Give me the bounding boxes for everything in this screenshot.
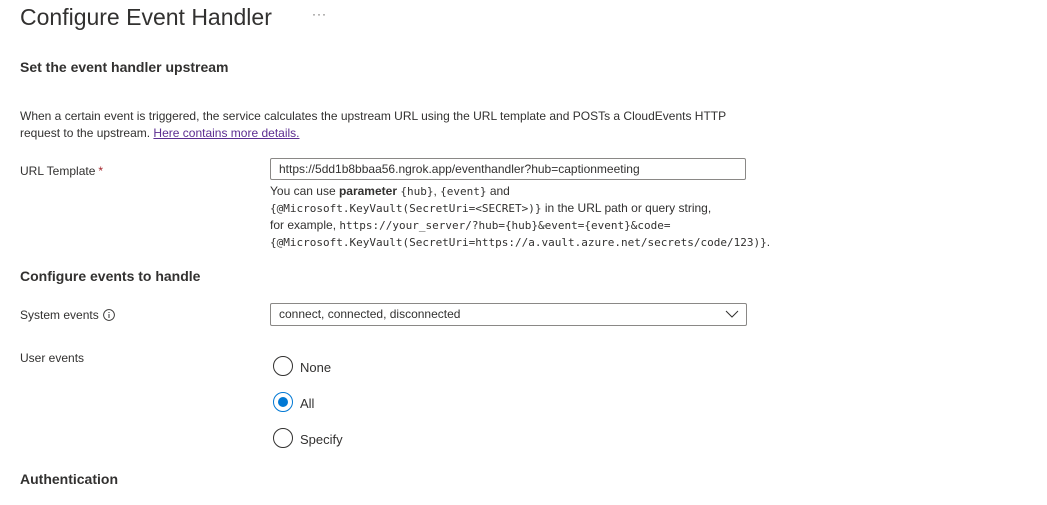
section-heading-events: Configure events to handle [20,268,201,284]
help-code-keyvault: {@Microsoft.KeyVault(SecretUri=<SECRET>)… [270,202,542,215]
system-events-label-text: System events [20,308,99,322]
help-line-1: You can use parameter {hub}, {event} and [270,183,830,200]
radio-button-none[interactable] [273,356,293,376]
help-line-2: {@Microsoft.KeyVault(SecretUri=<SECRET>)… [270,200,830,217]
chevron-down-icon [725,310,739,318]
radio-option-all[interactable]: All [273,391,314,413]
url-template-label: URL Template * [20,163,103,179]
system-events-label: System events [20,307,115,323]
section-heading-upstream: Set the event handler upstream [20,59,229,75]
radio-label-all: All [300,396,315,411]
upstream-description-text: When a certain event is triggered, the s… [20,109,726,140]
help-text: and [486,184,510,198]
page-title: Configure Event Handler [20,4,272,30]
radio-option-none[interactable]: None [273,355,331,377]
more-details-link[interactable]: Here contains more details. [153,126,299,140]
user-events-label: User events [20,351,85,365]
help-code-example: {@Microsoft.KeyVault(SecretUri=https://a… [270,236,767,249]
radio-label-specify: Specify [300,432,343,447]
help-code-hub: {hub} [400,185,434,198]
upstream-description: When a certain event is triggered, the s… [20,108,740,142]
section-heading-authentication: Authentication [20,471,118,487]
radio-option-specify[interactable]: Specify [273,427,343,449]
url-template-label-text: URL Template [20,164,96,178]
url-template-input[interactable] [270,158,746,180]
help-text: . [766,235,771,249]
required-marker: * [98,164,104,178]
info-icon[interactable] [102,309,115,321]
url-template-help: You can use parameter {hub}, {event} and… [270,183,830,251]
system-events-selected-value: connect, connected, disconnected [279,307,461,321]
help-text: for example, [270,218,340,232]
radio-button-all[interactable] [273,392,293,412]
more-options-button[interactable]: ··· [312,8,328,24]
help-code-example: https://your_server/?hub={hub}&event={ev… [339,219,671,232]
radio-label-none: None [300,360,332,375]
radio-button-specify[interactable] [273,428,293,448]
help-code-event: {event} [440,185,487,198]
system-events-dropdown[interactable]: connect, connected, disconnected [270,303,747,326]
help-text: You can use [270,184,339,198]
help-keyword: parameter [338,184,397,198]
help-line-4: {@Microsoft.KeyVault(SecretUri=https://a… [270,234,830,251]
help-text: in the URL path or query string, [541,201,712,215]
help-line-3: for example, https://your_server/?hub={h… [270,217,830,234]
